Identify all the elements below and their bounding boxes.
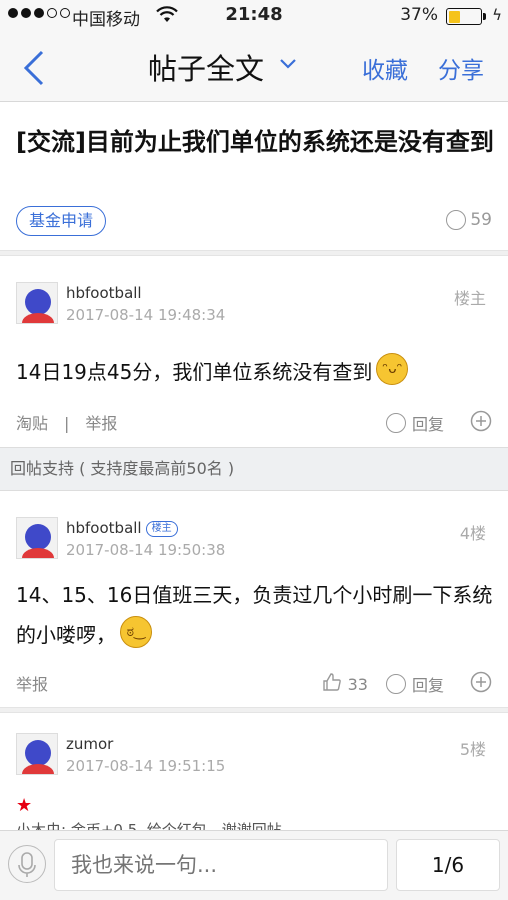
post-floor-4: hbfootball 楼主 2017-08-14 19:50:38 4楼 14、1… — [0, 491, 508, 707]
reply-bar: 1/6 — [0, 830, 508, 900]
post-actions: 举报 33 回复 — [16, 671, 492, 695]
page-title[interactable]: 帖子全文 — [148, 46, 264, 88]
section-header: 回帖支持 ( 支持度最高前50名 ) — [0, 447, 508, 491]
add-icon[interactable] — [470, 410, 492, 436]
charging-icon: ϟ — [492, 6, 502, 24]
page-indicator[interactable]: 1/6 — [396, 839, 500, 891]
post-actions: 淘贴 | 举报 回复 — [16, 410, 492, 434]
post-time: 2017-08-14 19:48:34 — [66, 306, 226, 324]
username[interactable]: hbfootball — [66, 284, 142, 302]
thumbs-up-icon[interactable] — [322, 672, 342, 696]
reply-button[interactable]: 回复 — [412, 411, 444, 435]
post-text: 14、15、16日值班三天，负责过几个小时刷一下系统的小喽啰， — [16, 583, 493, 647]
thread-title: [交流]目前为止我们单位的系统还是没有查到 — [16, 128, 494, 156]
star-icon: ★ — [16, 795, 33, 816]
share-button[interactable]: 分享 — [438, 51, 484, 85]
reward-note: 小木虫: 金币+0.5, 给个红包，谢谢回帖 — [16, 821, 282, 830]
like-count: 33 — [347, 674, 368, 694]
back-icon[interactable] — [18, 48, 54, 88]
battery-percent: 37% — [400, 5, 438, 25]
post-time: 2017-08-14 19:51:15 — [66, 757, 226, 775]
post-time: 2017-08-14 19:50:38 — [66, 541, 226, 559]
avatar[interactable] — [16, 282, 58, 324]
reply-button[interactable]: 回复 — [412, 672, 444, 696]
op-badge: 楼主 — [145, 521, 178, 537]
reply-input[interactable] — [54, 839, 388, 891]
category-tag[interactable]: 基金申请 — [16, 206, 107, 236]
favorite-button[interactable]: 收藏 — [362, 51, 408, 85]
username[interactable]: hbfootball 楼主 — [66, 519, 178, 537]
comment-icon[interactable] — [385, 674, 406, 694]
thread-header: [交流]目前为止我们单位的系统还是没有查到 基金申请 59 — [0, 102, 508, 250]
add-icon[interactable] — [470, 671, 492, 697]
collect-report-links[interactable]: 淘贴 | 举报 — [16, 410, 117, 434]
floor-label: 5楼 — [459, 740, 486, 759]
post-floor-5: zumor 2017-08-14 19:51:15 5楼 ★ 小木虫: 金币+0… — [0, 713, 508, 830]
grin-emoji-icon: ᵔᴗᵔ — [376, 353, 409, 385]
nav-bar: 帖子全文 收藏 分享 — [0, 32, 508, 102]
floor-label: 4楼 — [459, 524, 486, 543]
post-content: 14、15、16日值班三天，负责过几个小时刷一下系统的小喽啰， ಠ‿ — [16, 575, 496, 655]
floor-label: 楼主 — [453, 289, 486, 308]
comment-icon — [446, 210, 467, 230]
microphone-icon[interactable] — [8, 845, 46, 883]
avatar[interactable] — [16, 733, 58, 775]
report-link[interactable]: 举报 — [16, 671, 48, 695]
reply-count-value: 59 — [470, 210, 492, 230]
thinking-emoji-icon: ಠ‿ — [120, 616, 152, 648]
username-text: hbfootball — [66, 519, 142, 537]
username[interactable]: zumor — [66, 735, 113, 753]
comment-icon[interactable] — [385, 413, 406, 433]
reply-count: 59 — [446, 210, 492, 230]
post-content: 14日19点45分，我们单位系统没有查到 ᵔᴗᵔ — [16, 352, 496, 392]
chevron-down-icon[interactable] — [278, 56, 298, 70]
post-text: 14日19点45分，我们单位系统没有查到 — [16, 360, 373, 384]
post-op: hbfootball 2017-08-14 19:48:34 楼主 14日19点… — [0, 256, 508, 447]
battery-icon — [446, 8, 482, 25]
status-bar: 中国移动 21:48 37% ϟ — [0, 0, 508, 32]
avatar[interactable] — [16, 517, 58, 559]
